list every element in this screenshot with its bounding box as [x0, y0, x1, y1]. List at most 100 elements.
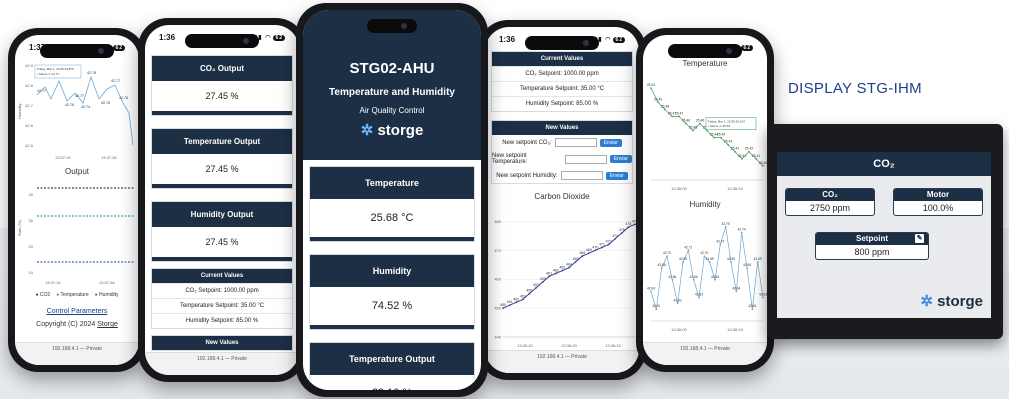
humidity-chart-title: Humidity [689, 200, 721, 209]
data-label: 42.74 [738, 228, 746, 232]
send-humidity-button[interactable]: Enviar [605, 171, 628, 180]
control-parameters-link[interactable]: Control Parameters [15, 308, 139, 315]
data-point [756, 261, 759, 264]
data-point [521, 298, 524, 301]
x-tick-label: 13:36:00 [671, 327, 687, 332]
new-humidity-input[interactable] [560, 171, 603, 180]
motor-box: Motor 100.0% [893, 188, 983, 216]
data-point [607, 243, 610, 246]
x-tick-label: 13:36:00 [561, 343, 577, 348]
url-bar[interactable]: 192.168.4.1 — Private [145, 352, 299, 375]
data-point [692, 278, 695, 281]
co2-chart-title: Carbon Dioxide [534, 192, 590, 201]
data-point [548, 275, 551, 278]
data-point [614, 237, 617, 240]
humidity-mini-chart[interactable]: 42.9 42.8 42.7 42.6 42.5 Humidity 42.77 … [15, 59, 139, 163]
temperature-chart[interactable]: 25.5125.4925.4825.4725.4725.4625.4525.46… [643, 68, 767, 194]
chart-legend: ● CO2 ● Temperature ● Humidity [15, 292, 139, 298]
humidity-output-card: Humidity Output 27.45 % [151, 201, 293, 262]
y-tick: 42.8 [25, 83, 34, 88]
card-footer [152, 111, 292, 115]
clock: 1:36 [159, 32, 176, 42]
data-label: 452 [513, 297, 519, 301]
data-point [685, 122, 687, 125]
hmi-header: CO₂ [777, 152, 991, 176]
setpoint-box[interactable]: Setpoint ✎ 800 ppm [815, 232, 929, 260]
card-value: 27.45 % [205, 164, 239, 174]
data-point [574, 260, 577, 263]
data-point [620, 232, 623, 234]
device-title: STG02-AHU [349, 60, 435, 77]
url-bar[interactable]: 192.168.4.1 — Private [15, 342, 139, 365]
display-label: DISPLAY STG-IHM [788, 80, 922, 97]
point-label: 42.77 [111, 79, 120, 83]
dynamic-island [668, 44, 742, 58]
phone-setpoints: 1:36 ▮▮▮ ◠ 62 Current Values CO₂ Setpoint… [478, 20, 646, 380]
card-footer [310, 237, 474, 241]
new-co2-row: New setpoint CO₂: Enviar [492, 135, 632, 150]
brand-link[interactable]: Storge [97, 321, 118, 328]
copyright: Copyright (C) 2024 Storge [36, 321, 118, 328]
humidity-chart[interactable]: 42.64 42.61 42.68 42.70 42.66 42.62 42.69 42.71… [643, 209, 767, 335]
card-footer [310, 325, 474, 329]
dynamic-island [185, 34, 259, 48]
data-label: 42.71 [684, 245, 692, 249]
dynamic-island [525, 36, 599, 50]
dynamic-island [367, 19, 417, 33]
tooltip-line1: Friday, Mar 1, 13:36:13.875 [37, 67, 74, 71]
co2-setpoint-row: CO₂ Setpoint: 1000.00 ppm [492, 66, 632, 81]
legend-co2[interactable]: ● CO2 [36, 292, 51, 298]
legend-humidity[interactable]: ● Humidity [95, 292, 119, 298]
y-tick-label: 460 [494, 277, 501, 282]
card-value: 25.68 °C [370, 212, 414, 224]
send-co2-button[interactable]: Enviar [599, 138, 622, 147]
data-point [650, 87, 652, 90]
card-footer [152, 257, 292, 261]
x-tick-label: 13:35:40 [517, 343, 533, 348]
storge-logo: ✲ storge [303, 121, 481, 139]
data-point [568, 266, 570, 269]
data-point [687, 249, 690, 252]
new-temperature-input[interactable] [565, 154, 607, 164]
field-label: New setpoint CO₂: [502, 139, 552, 146]
humidity-line [36, 75, 134, 146]
y-tick: 42.9 [25, 63, 34, 68]
card-value: 22.10 % [310, 375, 474, 390]
data-label: 25.41 [752, 154, 761, 158]
data-label: 466 [573, 257, 579, 261]
setpoint-label: Setpoint [856, 234, 888, 243]
data-label: 478 [625, 222, 631, 226]
data-point [508, 304, 511, 307]
fan-icon: ✲ [920, 293, 933, 310]
url-bar[interactable]: 192.168.4.1 — Private [485, 350, 639, 373]
card-title: New Values [152, 336, 292, 350]
send-temperature-button[interactable]: Enviar [609, 155, 632, 163]
data-point [594, 249, 597, 252]
point-label: 42.78 [87, 71, 96, 75]
co2-chart[interactable]: 4804704604504404504514524534554574594614… [485, 201, 639, 351]
card-title: Humidity Output [152, 202, 292, 227]
card-title: Temperature Output [152, 129, 292, 154]
data-label: 42.70 [663, 251, 671, 255]
device-subtitle-2: Air Quality Control [359, 106, 425, 115]
data-label: 42.63 [759, 292, 767, 296]
data-label: 42.69 [754, 257, 762, 261]
edit-icon[interactable]: ✎ [915, 234, 924, 243]
phone-outputs: 1:36 ▮▮▮ ◠ 62 CO₂ Output 27.45 % Temperat… [138, 18, 306, 382]
data-point [581, 255, 584, 258]
humidity-setpoint-row: Humidity Setpoint: 85.00 % [492, 96, 632, 111]
data-point [664, 108, 666, 111]
data-point [601, 246, 603, 249]
data-point [713, 136, 715, 139]
hmi-display-device: CO₂ CO₂ 2750 ppm Motor 100.0% Setpoint ✎… [767, 124, 1003, 339]
output-chart[interactable]: Rate (%) 40 30 20 10 13:37:16 13:37:36 [15, 176, 139, 292]
card-title: Current Values [152, 269, 292, 283]
legend-temperature[interactable]: ● Temperature [56, 292, 88, 298]
new-co2-input[interactable] [554, 138, 597, 147]
data-point [708, 261, 711, 264]
url-bar[interactable]: 192.168.4.1 — Private [643, 342, 767, 365]
y-tick: 20 [29, 244, 34, 249]
data-point [720, 136, 722, 139]
temperature-output-card: Temperature Output 22.10 % [309, 342, 475, 390]
data-point [706, 129, 708, 132]
